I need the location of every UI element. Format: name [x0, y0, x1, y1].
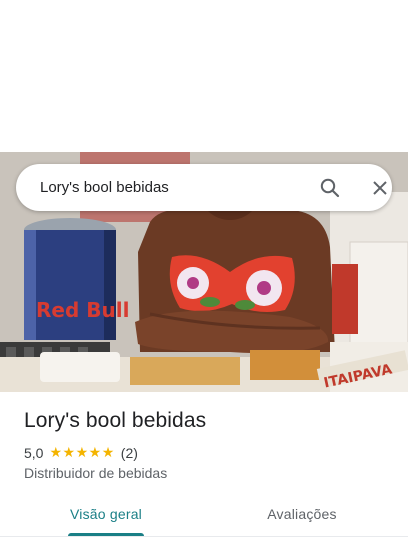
star-icon: ★ — [62, 445, 76, 461]
star-icon: ★ — [75, 445, 89, 461]
star-icon: ★ — [88, 445, 102, 461]
search-input[interactable]: Lory's bool bebidas — [40, 164, 169, 211]
rating-value: 5,0 — [24, 445, 44, 461]
star-icon: ★ — [49, 445, 63, 461]
search-bar[interactable]: Lory's bool bebidas — [16, 164, 392, 211]
place-category: Distribuidor de bebidas — [24, 465, 168, 481]
tab-overview[interactable]: Visão geral — [56, 496, 156, 536]
close-icon[interactable] — [368, 176, 392, 200]
rating-row[interactable]: 5,0 ★ ★ ★ ★ ★ (2) — [24, 444, 138, 462]
tab-reviews[interactable]: Avaliações — [252, 496, 352, 536]
can-label: Red Bull — [36, 298, 129, 322]
tab-bar: Visão geral Avaliações — [0, 496, 408, 544]
search-icon[interactable] — [318, 176, 342, 200]
star-icon: ★ — [101, 445, 115, 461]
top-blank-area — [0, 0, 408, 152]
review-count[interactable]: (2) — [121, 445, 138, 461]
star-rating: ★ ★ ★ ★ ★ — [49, 446, 114, 460]
tab-divider — [0, 536, 408, 537]
place-title: Lory's bool bebidas — [24, 409, 207, 432]
